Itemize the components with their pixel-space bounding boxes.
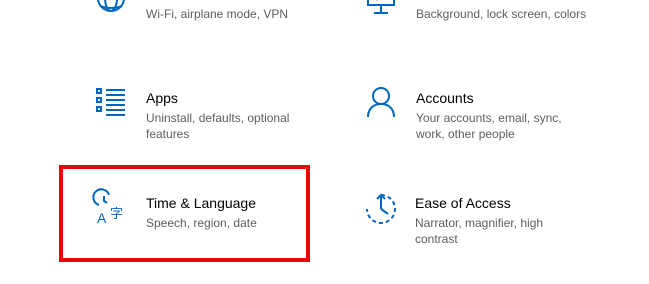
tile-ease-of-access[interactable]: Ease of Access Narrator, magnifier, high… [356,186,596,252]
tile-apps-description: Uninstall, defaults, optional features [146,111,290,141]
tile-time-language-description: Speech, region, date [146,216,257,230]
settings-home: Wi-Fi, airplane mode, VPN Background, lo… [0,0,649,284]
tile-ease-of-access-description: Narrator, magnifier, high contrast [415,216,544,246]
tile-time-language[interactable]: A 字 Time & Language Speech, region, date [86,186,296,246]
apps-list-icon [95,87,127,117]
tile-accounts-title: Accounts [416,90,474,106]
tile-ease-of-access-title: Ease of Access [415,195,511,211]
tile-network-internet[interactable]: Wi-Fi, airplane mode, VPN [86,0,306,30]
time-language-icon: A 字 [92,188,129,226]
tile-apps[interactable]: Apps Uninstall, defaults, optional featu… [86,82,316,152]
tile-accounts[interactable]: Accounts Your accounts, email, sync, wor… [356,82,596,152]
tile-personalization-description: Background, lock screen, colors [416,7,587,21]
tile-time-language-title: Time & Language [146,195,256,211]
tile-personalization[interactable]: Background, lock screen, colors [356,0,596,30]
ease-of-access-icon [364,192,398,226]
monitor-pen-icon [366,0,398,16]
svg-text:字: 字 [110,207,123,222]
tile-apps-title: Apps [146,90,178,106]
tile-network-description: Wi-Fi, airplane mode, VPN [146,7,289,21]
globe-icon [94,0,128,16]
tile-accounts-description: Your accounts, email, sync, work, other … [416,111,562,141]
person-icon [366,86,396,118]
svg-text:A: A [97,210,107,226]
